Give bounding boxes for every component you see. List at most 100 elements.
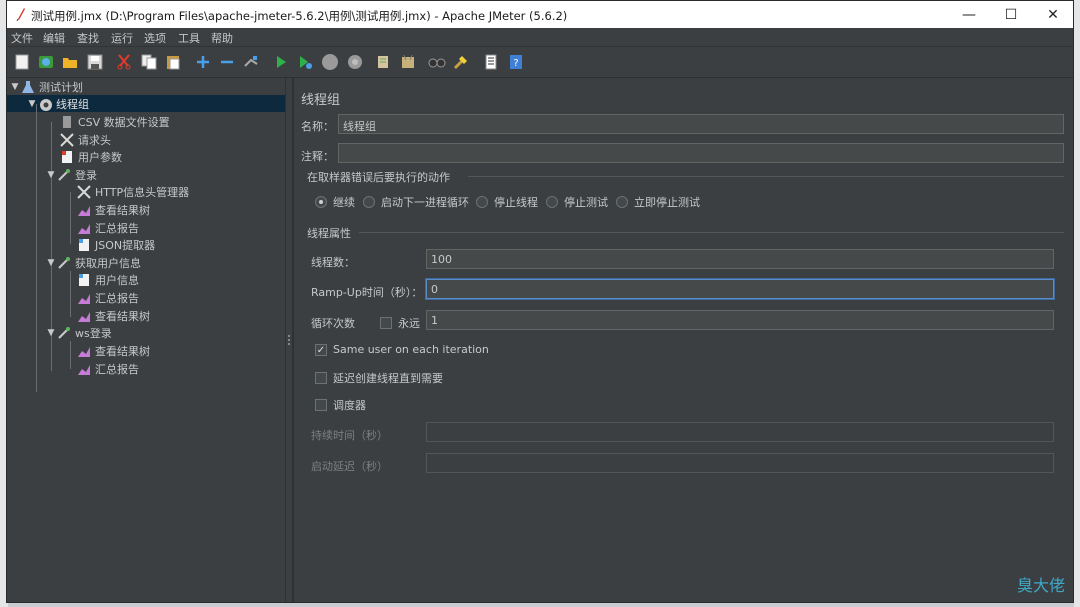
templates-icon[interactable]	[36, 52, 56, 72]
shutdown-icon[interactable]	[345, 52, 365, 72]
toggle-icon[interactable]	[241, 52, 261, 72]
gear-icon	[38, 97, 52, 111]
startup-delay-input[interactable]	[426, 453, 1054, 473]
chevron-down-icon[interactable]: ▼	[45, 258, 57, 268]
toolbar: ?	[7, 47, 1073, 78]
forever-checkbox[interactable]: 永远	[380, 315, 420, 331]
duration-input[interactable]	[426, 422, 1054, 442]
menu-help[interactable]: 帮助	[211, 30, 233, 46]
radio-stop-test-now[interactable]: 立即停止测试	[616, 194, 700, 210]
loop-count-input[interactable]: 1	[426, 310, 1054, 330]
tree-item-summary-report-2[interactable]: 汇总报告	[77, 289, 139, 306]
open-icon[interactable]	[60, 52, 80, 72]
chart-icon	[77, 221, 91, 235]
test-plan-tree: ▼ 测试计划 ▼ 线程组 CSV 数据文件设置 请求头 用户参数 ▼ 登录 HT…	[7, 78, 285, 602]
menu-edit[interactable]: 编辑	[43, 30, 65, 46]
cut-icon[interactable]	[114, 52, 134, 72]
same-user-checkbox[interactable]: ✓ Same user on each iteration	[315, 343, 489, 356]
menu-search[interactable]: 查找	[77, 30, 99, 46]
save-icon[interactable]	[85, 52, 105, 72]
chevron-down-icon[interactable]: ▼	[9, 82, 21, 92]
search-icon[interactable]	[427, 52, 447, 72]
start-icon[interactable]	[271, 52, 291, 72]
collapse-icon[interactable]	[217, 52, 237, 72]
jmeter-window: 测试用例.jmx (D:\Program Files\apache-jmeter…	[6, 0, 1074, 603]
pane-splitter[interactable]	[285, 78, 293, 602]
chevron-down-icon[interactable]: ▼	[26, 99, 38, 109]
tree-item-ws-login[interactable]: ▼ ws登录	[45, 324, 112, 341]
thread-props-title: 线程属性	[307, 227, 351, 240]
chart-icon	[77, 291, 91, 305]
copy-icon[interactable]	[139, 52, 159, 72]
tree-item-user-info[interactable]: 用户信息	[77, 271, 139, 288]
pipette-icon	[57, 168, 71, 182]
rampup-label: Ramp-Up时间（秒）：	[311, 286, 423, 299]
minimize-button[interactable]: —	[948, 1, 990, 28]
duration-label: 持续时间（秒）	[311, 429, 388, 442]
threads-input[interactable]: 100	[426, 249, 1054, 269]
tools-icon	[77, 184, 91, 199]
flask-icon	[21, 80, 35, 94]
pipette-icon	[57, 326, 71, 340]
tree-item-test-plan[interactable]: ▼ 测试计划	[9, 78, 83, 95]
paste-icon[interactable]	[163, 52, 183, 72]
startup-delay-label: 启动延迟（秒）	[311, 460, 388, 473]
comment-input[interactable]	[338, 143, 1064, 163]
panel-title: 线程组	[301, 93, 341, 108]
chart-icon	[77, 362, 91, 376]
name-input[interactable]: 线程组	[338, 114, 1064, 134]
chart-icon	[77, 203, 91, 217]
radio-stop-thread[interactable]: 停止线程	[476, 194, 538, 210]
rampup-input[interactable]: 0	[426, 279, 1054, 299]
splitter-grip-icon[interactable]	[288, 335, 292, 345]
delay-thread-creation-checkbox[interactable]: 延迟创建线程直到需要	[315, 370, 443, 386]
expand-icon[interactable]	[193, 52, 213, 72]
doc-icon	[77, 273, 91, 287]
stop-icon[interactable]	[320, 52, 340, 72]
scheduler-checkbox[interactable]: 调度器	[315, 397, 366, 413]
maximize-button[interactable]: ☐	[990, 1, 1032, 28]
function-helper-icon[interactable]	[481, 52, 501, 72]
start-no-pause-icon[interactable]	[295, 52, 315, 72]
name-label: 名称：	[301, 120, 334, 133]
title-bar: 测试用例.jmx (D:\Program Files\apache-jmeter…	[7, 1, 1073, 28]
close-button[interactable]: ✕	[1032, 1, 1073, 28]
tree-item-csv-data-set[interactable]: CSV 数据文件设置	[60, 113, 170, 130]
tree-item-login[interactable]: ▼ 登录	[45, 166, 97, 183]
menu-file[interactable]: 文件	[11, 30, 33, 46]
tree-item-view-results-tree[interactable]: 查看结果树	[77, 201, 150, 218]
tree-item-thread-group[interactable]: ▼ 线程组	[26, 95, 89, 112]
chevron-down-icon[interactable]: ▼	[45, 328, 57, 338]
desktop-background-right	[1074, 0, 1080, 607]
radio-stop-test[interactable]: 停止测试	[546, 194, 608, 210]
tree-item-http-header-manager[interactable]: HTTP信息头管理器	[77, 183, 189, 200]
tree-item-json-extractor[interactable]: JSON提取器	[77, 236, 155, 253]
clear-icon[interactable]	[373, 52, 393, 72]
help-icon[interactable]: ?	[506, 52, 526, 72]
menu-options[interactable]: 选项	[144, 30, 166, 46]
menu-run[interactable]: 运行	[111, 30, 133, 46]
thread-group-panel: 线程组 名称： 线程组 注释： 在取样器错误后要执行的动作 继续 启动下一进程循…	[293, 78, 1073, 602]
tree-item-view-results-tree-2[interactable]: 查看结果树	[77, 307, 150, 324]
tree-item-summary-report[interactable]: 汇总报告	[77, 219, 139, 236]
tree-item-user-params[interactable]: 用户参数	[60, 148, 122, 165]
watermark: 臭大佬	[1016, 576, 1065, 595]
comment-label: 注释：	[301, 150, 334, 163]
tree-item-request-header[interactable]: 请求头	[60, 131, 111, 148]
reset-search-icon[interactable]	[451, 52, 471, 72]
tree-item-view-results-tree-3[interactable]: 查看结果树	[77, 342, 150, 359]
chevron-down-icon[interactable]: ▼	[45, 170, 57, 180]
clear-all-icon[interactable]	[398, 52, 418, 72]
checkmark-icon: ✓	[315, 343, 327, 356]
menu-tools[interactable]: 工具	[178, 30, 200, 46]
error-action-title: 在取样器错误后要执行的动作	[307, 171, 450, 184]
radio-start-next-loop[interactable]: 启动下一进程循环	[363, 194, 469, 210]
radio-continue[interactable]: 继续	[315, 194, 355, 210]
tree-item-summary-report-3[interactable]: 汇总报告	[77, 360, 139, 377]
chart-icon	[77, 344, 91, 358]
tree-item-get-user-info[interactable]: ▼ 获取用户信息	[45, 254, 141, 271]
loop-count-label: 循环次数	[311, 317, 355, 330]
new-icon[interactable]	[12, 52, 32, 72]
doc-icon	[60, 150, 74, 164]
menu-bar: 文件 编辑 查找 运行 选项 工具 帮助	[7, 28, 1073, 47]
